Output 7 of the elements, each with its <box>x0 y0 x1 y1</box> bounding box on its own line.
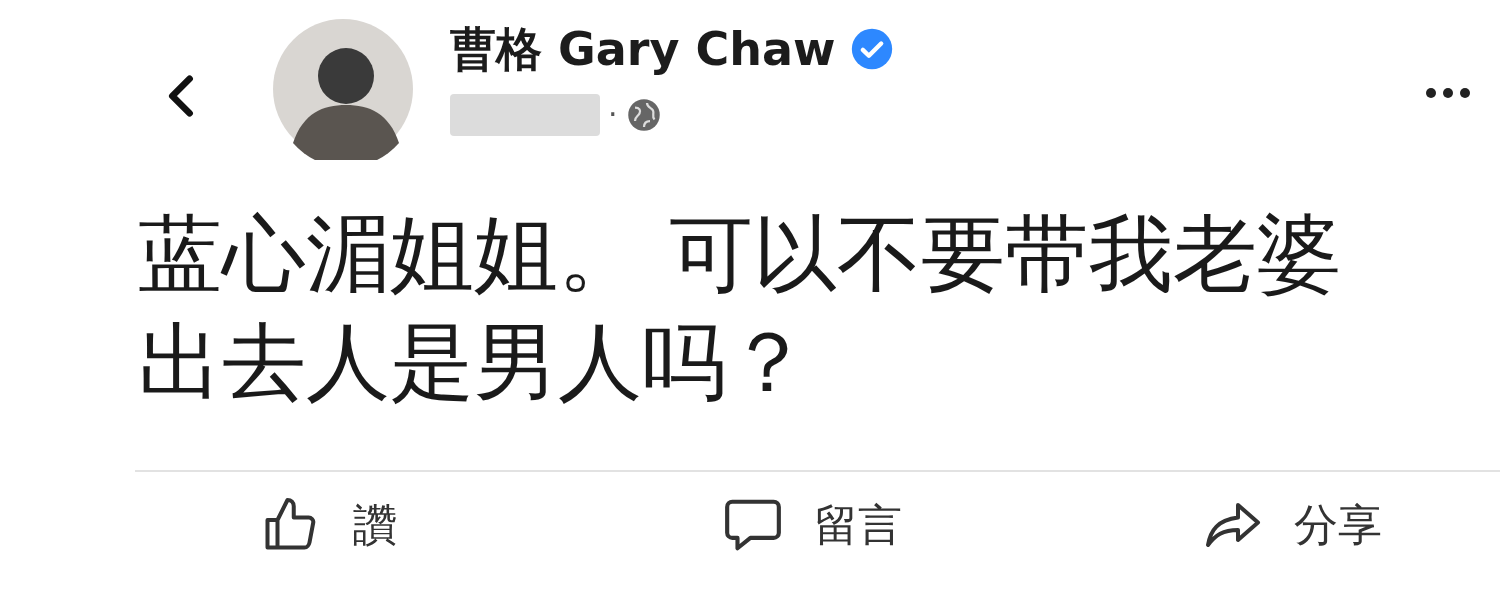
post-text: 蓝心湄姐姐。 可以不要带我老婆出去人是男人吗？ <box>138 204 1342 413</box>
separator-dot: · <box>608 100 618 130</box>
like-button[interactable]: 讚 <box>255 492 720 558</box>
globe-icon <box>625 97 662 133</box>
more-options-button[interactable] <box>1426 88 1470 98</box>
comment-button[interactable]: 留言 <box>720 492 1200 558</box>
share-button[interactable]: 分享 <box>1200 492 1382 558</box>
